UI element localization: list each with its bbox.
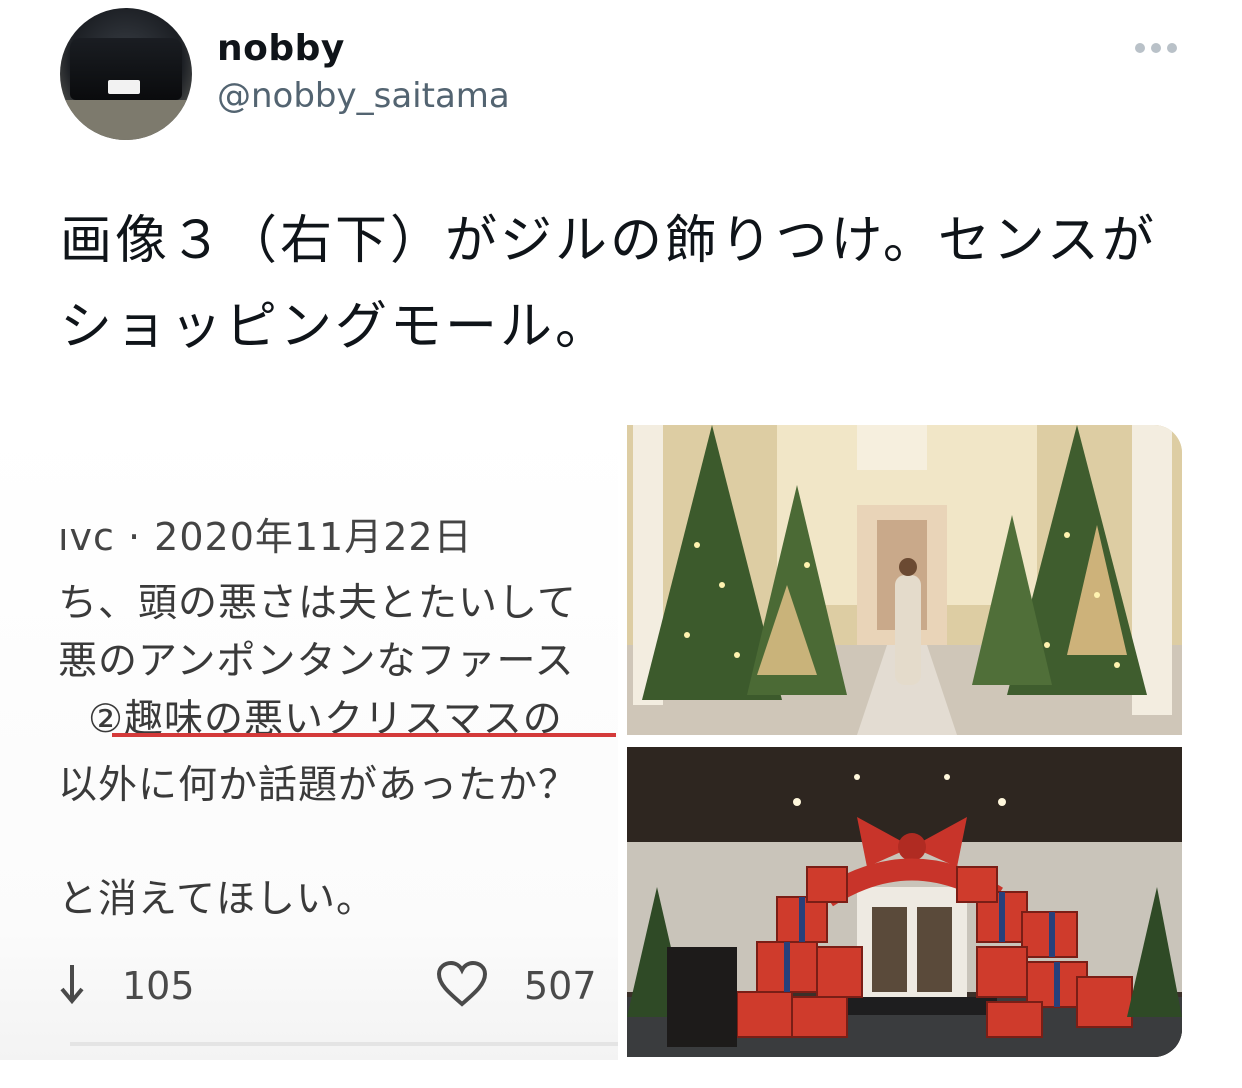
retweet-count: 105 xyxy=(122,964,195,1008)
screenshot-line-2: 悪のアンポンタンなファース xyxy=(58,639,575,684)
like-count: 507 xyxy=(524,964,597,1008)
more-options-icon[interactable] xyxy=(1128,30,1184,66)
screenshot-line-5: と消えてほしい。 xyxy=(58,877,377,922)
display-name[interactable]: nobby xyxy=(217,28,345,69)
christmas-hallway-image xyxy=(627,425,1182,735)
media-grid[interactable]: ıvc · 2020年11月22日 ち、頭の悪さは夫とたいして 悪のアンポンタン… xyxy=(0,420,1184,1060)
media-photo-gift-boxes[interactable] xyxy=(627,747,1182,1057)
screenshot-line-1: ち、頭の悪さは夫とたいして xyxy=(58,581,577,626)
avatar[interactable] xyxy=(60,8,192,140)
screenshot-divider xyxy=(70,1042,618,1046)
screenshot-date: ıvc · 2020年11月22日 xyxy=(58,515,473,559)
heart-icon xyxy=(436,960,488,1007)
media-photo-christmas-hallway[interactable] xyxy=(627,425,1182,735)
screenshot-line-4: 以外に何か話題があったか？ xyxy=(58,763,579,808)
retweet-icon xyxy=(60,965,84,1005)
avatar-ground xyxy=(60,100,192,140)
avatar-license-plate xyxy=(108,80,140,94)
user-handle[interactable]: @nobby_saitama xyxy=(217,76,510,116)
media-screenshot[interactable]: ıvc · 2020年11月22日 ち、頭の悪さは夫とたいして 悪のアンポンタン… xyxy=(0,420,618,1060)
tweet-text: 画像３（右下）がジルの飾りつけ。センスがショッピングモール。 xyxy=(60,211,1157,357)
gift-boxes-image xyxy=(627,747,1182,1057)
red-underline xyxy=(112,733,616,737)
